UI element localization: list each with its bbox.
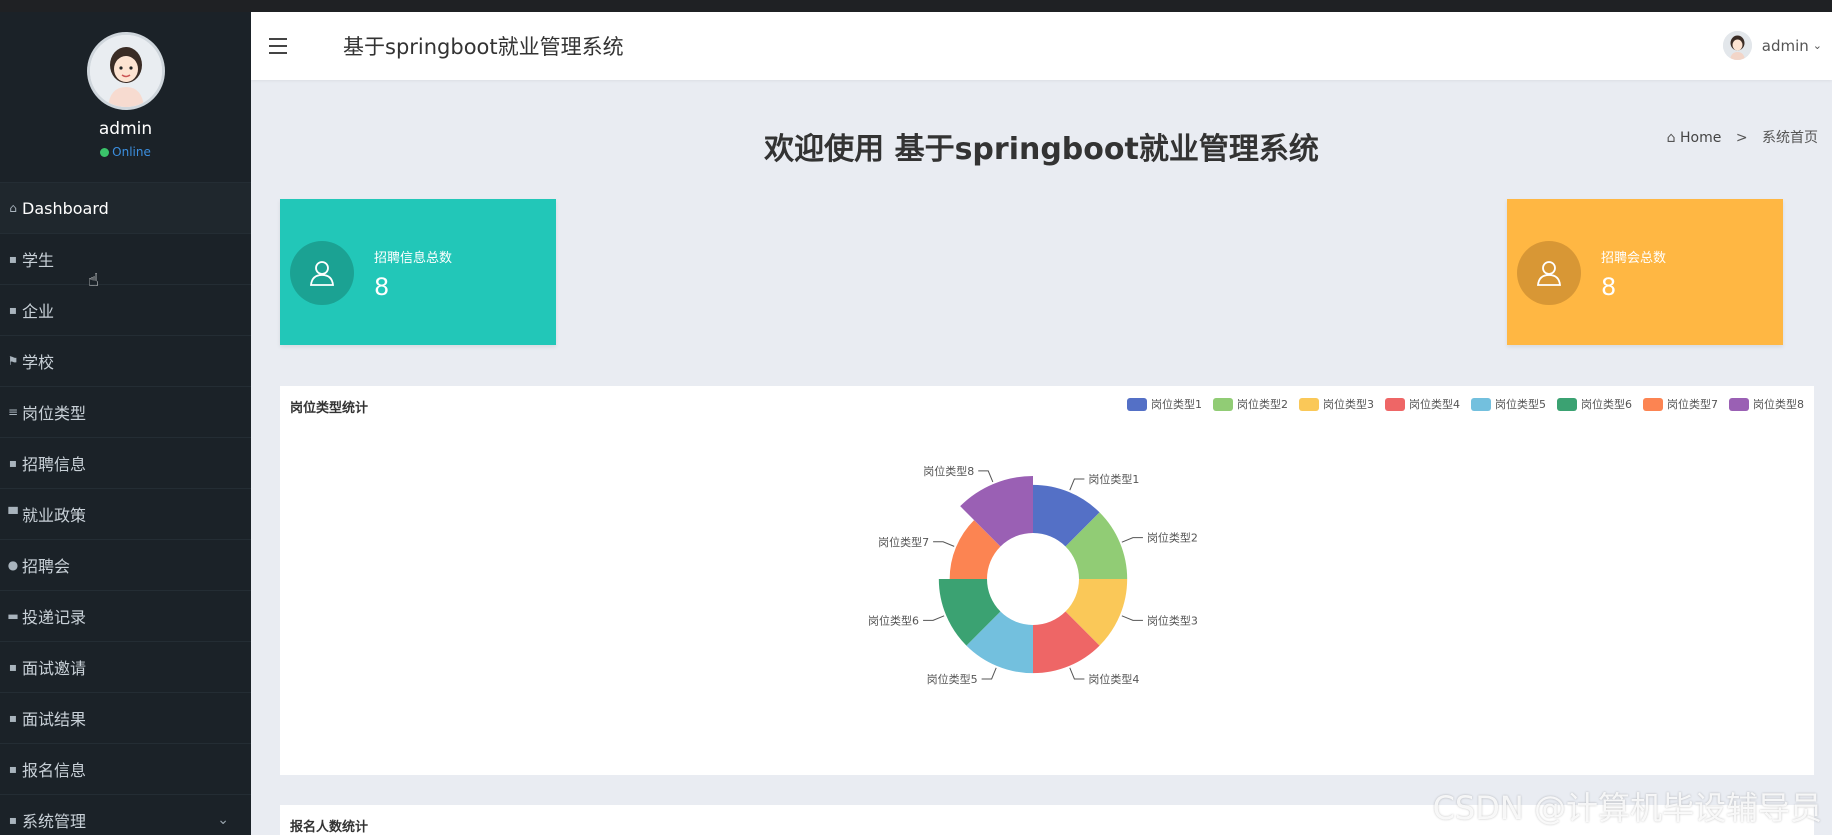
window-top-strip (0, 0, 1832, 12)
sidebar-item-companies[interactable]: ▪ 企业 (0, 284, 251, 335)
stat-label: 招聘信息总数 (374, 251, 453, 266)
stat-label: 招聘会总数 (1601, 251, 1667, 266)
sidebar-item-label: 就业政策 (22, 506, 87, 525)
sidebar-item-schools[interactable]: ⚑ 学校 (0, 335, 251, 386)
grid-icon: ▪ (8, 762, 18, 776)
label-leader-line (923, 615, 945, 621)
pie-slice-label: 岗位类型8 (923, 464, 974, 478)
flag-icon: ⚑ (7, 354, 19, 368)
user-name: admin (1761, 36, 1809, 55)
sidebar-item-label: 岗位类型 (22, 404, 87, 423)
label-leader-line (978, 470, 994, 483)
sidebar-item-label: 投递记录 (22, 608, 87, 627)
profile-status: Online (0, 145, 251, 159)
menu-toggle-icon[interactable] (269, 35, 291, 57)
profile-name: admin (98, 119, 153, 139)
user-avatar (1722, 31, 1752, 60)
sidebar-item-applications[interactable]: ▬ 投递记录 (0, 590, 251, 641)
sidebar-profile: admin Online (0, 12, 251, 182)
sidebar: admin Online ⌂ Dashboard ▪ 学生 ▪ 企业 ⚑ 学校 … (0, 12, 251, 835)
status-text: Online (112, 145, 151, 159)
sidebar-item-job-types[interactable]: ≡ 岗位类型 (0, 386, 251, 437)
sidebar-item-policies[interactable]: ▀ 就业政策 (0, 488, 251, 539)
pie-slice-label: 岗位类型6 (868, 613, 919, 627)
label-leader-line (933, 541, 955, 547)
stat-card-job-info: 招聘信息总数 8 (280, 199, 556, 345)
user-icon (290, 241, 354, 305)
sidebar-item-job-info[interactable]: ▪ 招聘信息 (0, 437, 251, 488)
sidebar-item-dashboard[interactable]: ⌂ Dashboard (0, 182, 251, 233)
pie-slice-label: 岗位类型5 (927, 672, 978, 686)
page-title: 欢迎使用 基于springboot就业管理系统 (764, 132, 1319, 167)
sidebar-item-job-fairs[interactable]: ● 招聘会 (0, 539, 251, 590)
list-icon: ≡ (7, 405, 19, 419)
grid-icon: ▪ (8, 303, 18, 317)
hand-cursor-icon: ☝ (88, 270, 99, 291)
profile-avatar[interactable] (86, 32, 165, 110)
sidebar-item-system-admin[interactable]: ▪ 系统管理 ⌄ (0, 794, 251, 835)
grid-icon: ▪ (8, 456, 18, 470)
online-dot-icon (100, 148, 110, 157)
sidebar-item-students[interactable]: ▪ 学生 (0, 233, 251, 284)
panel-title: 报名人数统计 (290, 820, 369, 835)
main-area: 基于springboot就业管理系统 admin ⌄ 欢迎使用 基于spring… (251, 12, 1832, 835)
grid-icon: ▪ (8, 252, 18, 266)
sidebar-item-label: Dashboard (22, 198, 109, 218)
user-menu[interactable]: admin ⌄ (1722, 31, 1822, 60)
label-leader-line (1069, 667, 1085, 680)
sidebar-item-interview-results[interactable]: ▪ 面试结果 (0, 692, 251, 743)
stat-value: 8 (374, 273, 390, 301)
label-leader-line (1121, 615, 1143, 621)
home-icon: ⌂ (9, 201, 17, 215)
pie-slice-label: 岗位类型4 (1088, 672, 1139, 686)
sidebar-item-label: 招聘信息 (22, 455, 87, 474)
watermark: CSDN @计算机毕设辅导员 (1432, 789, 1822, 827)
top-navbar: 基于springboot就业管理系统 admin ⌄ (251, 12, 1832, 80)
chevron-down-icon: ⌄ (217, 812, 229, 828)
sidebar-item-interview-invites[interactable]: ▪ 面试邀请 (0, 641, 251, 692)
sidebar-item-label: 系统管理 (22, 812, 87, 831)
breadcrumb-current: 系统首页 (1762, 130, 1818, 146)
content-header: 欢迎使用 基于springboot就业管理系统 (251, 80, 1832, 206)
pie-slice-label: 岗位类型2 (1147, 531, 1198, 545)
label-leader-line (981, 667, 997, 680)
sidebar-item-label: 面试邀请 (22, 659, 87, 678)
ticket-icon: ▬ (7, 609, 19, 623)
breadcrumb: ⌂ Home > 系统首页 (1667, 127, 1818, 147)
system-title: 基于springboot就业管理系统 (343, 35, 624, 59)
sidebar-item-label: 学校 (22, 353, 55, 372)
sidebar-item-label: 面试结果 (22, 710, 87, 729)
sidebar-item-label: 企业 (22, 302, 55, 321)
grid-icon: ▪ (8, 660, 18, 674)
sidebar-item-label: 招聘会 (22, 557, 71, 576)
pie-slice-label: 岗位类型7 (878, 535, 929, 549)
sidebar-item-label: 学生 (22, 251, 55, 270)
home-icon: ⌂ (1666, 130, 1676, 146)
chevron-down-icon: ⌄ (1812, 39, 1822, 52)
grid-icon: ▪ (8, 813, 18, 827)
stat-value: 8 (1601, 273, 1617, 301)
label-leader-line (1069, 478, 1085, 491)
sidebar-item-registrations[interactable]: ▪ 报名信息 (0, 743, 251, 794)
pie-slice-label: 岗位类型3 (1147, 613, 1198, 627)
job-type-chart-panel: 岗位类型统计 岗位类型1 岗位类型2 岗位类型3 岗位类型4 岗位类型5 岗位类型6 岗位类… (280, 386, 1814, 775)
pie-slice-label: 岗位类型1 (1088, 472, 1139, 486)
pie-chart: 岗位类型1 岗位类型2 岗位类型3 岗位类型4 岗位类型5 岗位类型6 岗位类型7 岗位类型8 (868, 464, 1198, 686)
sidebar-menu: ⌂ Dashboard ▪ 学生 ▪ 企业 ⚑ 学校 ≡ 岗位类型 ▪ 招聘信息… (0, 182, 251, 835)
user-icon (1517, 241, 1581, 305)
breadcrumb-home-link[interactable]: Home (1680, 130, 1721, 146)
grid-icon: ▪ (8, 711, 18, 725)
breadcrumb-separator: > (1735, 130, 1748, 146)
label-leader-line (1121, 537, 1143, 543)
stat-card-job-fairs: 招聘会总数 8 (1507, 199, 1783, 345)
pin-icon: ● (7, 558, 19, 572)
monitor-icon: ▀ (8, 507, 18, 521)
sidebar-item-label: 报名信息 (22, 761, 87, 780)
